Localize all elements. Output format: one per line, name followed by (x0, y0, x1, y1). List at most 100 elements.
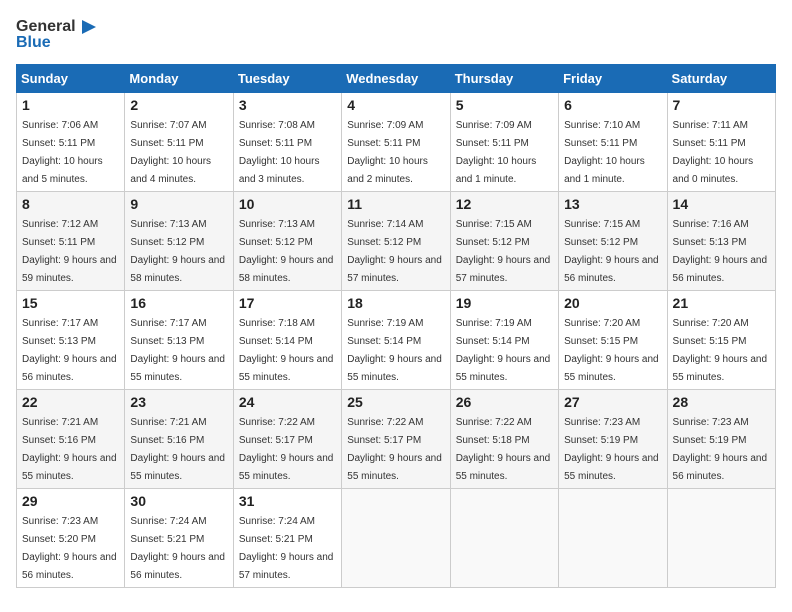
day-info: Sunrise: 7:22 AMSunset: 5:17 PMDaylight:… (347, 417, 442, 482)
calendar-cell: 27 Sunrise: 7:23 AMSunset: 5:19 PMDaylig… (559, 390, 667, 489)
calendar-cell: 5 Sunrise: 7:09 AMSunset: 5:11 PMDayligh… (450, 93, 558, 192)
day-number: 4 (347, 97, 444, 113)
day-info: Sunrise: 7:10 AMSunset: 5:11 PMDaylight:… (564, 120, 645, 185)
day-info: Sunrise: 7:22 AMSunset: 5:18 PMDaylight:… (456, 417, 551, 482)
day-info: Sunrise: 7:21 AMSunset: 5:16 PMDaylight:… (130, 417, 225, 482)
calendar-cell: 18 Sunrise: 7:19 AMSunset: 5:14 PMDaylig… (342, 291, 450, 390)
day-info: Sunrise: 7:24 AMSunset: 5:21 PMDaylight:… (239, 516, 334, 581)
day-number: 17 (239, 295, 336, 311)
day-number: 27 (564, 394, 661, 410)
day-info: Sunrise: 7:22 AMSunset: 5:17 PMDaylight:… (239, 417, 334, 482)
logo-triangle-icon (78, 16, 100, 38)
col-header-sunday: Sunday (17, 65, 125, 93)
col-header-friday: Friday (559, 65, 667, 93)
calendar-cell: 28 Sunrise: 7:23 AMSunset: 5:19 PMDaylig… (667, 390, 775, 489)
day-number: 16 (130, 295, 227, 311)
logo: General Blue (16, 16, 100, 52)
day-number: 24 (239, 394, 336, 410)
day-number: 25 (347, 394, 444, 410)
day-number: 10 (239, 196, 336, 212)
day-info: Sunrise: 7:11 AMSunset: 5:11 PMDaylight:… (673, 120, 754, 185)
day-info: Sunrise: 7:13 AMSunset: 5:12 PMDaylight:… (130, 219, 225, 284)
day-info: Sunrise: 7:09 AMSunset: 5:11 PMDaylight:… (456, 120, 537, 185)
day-info: Sunrise: 7:15 AMSunset: 5:12 PMDaylight:… (564, 219, 659, 284)
day-number: 11 (347, 196, 444, 212)
calendar-header-row: SundayMondayTuesdayWednesdayThursdayFrid… (17, 65, 776, 93)
day-info: Sunrise: 7:12 AMSunset: 5:11 PMDaylight:… (22, 219, 117, 284)
day-info: Sunrise: 7:21 AMSunset: 5:16 PMDaylight:… (22, 417, 117, 482)
calendar-cell: 24 Sunrise: 7:22 AMSunset: 5:17 PMDaylig… (233, 390, 341, 489)
day-number: 7 (673, 97, 770, 113)
col-header-thursday: Thursday (450, 65, 558, 93)
day-info: Sunrise: 7:09 AMSunset: 5:11 PMDaylight:… (347, 120, 428, 185)
day-number: 18 (347, 295, 444, 311)
calendar-cell: 26 Sunrise: 7:22 AMSunset: 5:18 PMDaylig… (450, 390, 558, 489)
calendar-cell: 30 Sunrise: 7:24 AMSunset: 5:21 PMDaylig… (125, 489, 233, 588)
day-number: 8 (22, 196, 119, 212)
calendar-cell: 22 Sunrise: 7:21 AMSunset: 5:16 PMDaylig… (17, 390, 125, 489)
col-header-tuesday: Tuesday (233, 65, 341, 93)
calendar-cell: 9 Sunrise: 7:13 AMSunset: 5:12 PMDayligh… (125, 192, 233, 291)
day-number: 19 (456, 295, 553, 311)
calendar-week-row: 8 Sunrise: 7:12 AMSunset: 5:11 PMDayligh… (17, 192, 776, 291)
day-number: 21 (673, 295, 770, 311)
calendar-cell (559, 489, 667, 588)
calendar-cell: 8 Sunrise: 7:12 AMSunset: 5:11 PMDayligh… (17, 192, 125, 291)
day-info: Sunrise: 7:14 AMSunset: 5:12 PMDaylight:… (347, 219, 442, 284)
calendar-cell: 6 Sunrise: 7:10 AMSunset: 5:11 PMDayligh… (559, 93, 667, 192)
calendar-cell: 21 Sunrise: 7:20 AMSunset: 5:15 PMDaylig… (667, 291, 775, 390)
calendar-cell: 23 Sunrise: 7:21 AMSunset: 5:16 PMDaylig… (125, 390, 233, 489)
calendar-cell: 29 Sunrise: 7:23 AMSunset: 5:20 PMDaylig… (17, 489, 125, 588)
calendar-cell: 15 Sunrise: 7:17 AMSunset: 5:13 PMDaylig… (17, 291, 125, 390)
day-info: Sunrise: 7:13 AMSunset: 5:12 PMDaylight:… (239, 219, 334, 284)
day-number: 12 (456, 196, 553, 212)
day-number: 13 (564, 196, 661, 212)
day-number: 5 (456, 97, 553, 113)
day-number: 22 (22, 394, 119, 410)
calendar-cell (667, 489, 775, 588)
calendar-cell: 16 Sunrise: 7:17 AMSunset: 5:13 PMDaylig… (125, 291, 233, 390)
calendar-cell: 19 Sunrise: 7:19 AMSunset: 5:14 PMDaylig… (450, 291, 558, 390)
logo-text-block: General Blue (16, 16, 100, 52)
day-info: Sunrise: 7:07 AMSunset: 5:11 PMDaylight:… (130, 120, 211, 185)
day-info: Sunrise: 7:23 AMSunset: 5:20 PMDaylight:… (22, 516, 117, 581)
calendar-cell: 13 Sunrise: 7:15 AMSunset: 5:12 PMDaylig… (559, 192, 667, 291)
calendar-cell (450, 489, 558, 588)
day-number: 15 (22, 295, 119, 311)
calendar-cell: 31 Sunrise: 7:24 AMSunset: 5:21 PMDaylig… (233, 489, 341, 588)
day-info: Sunrise: 7:16 AMSunset: 5:13 PMDaylight:… (673, 219, 768, 284)
calendar-cell: 3 Sunrise: 7:08 AMSunset: 5:11 PMDayligh… (233, 93, 341, 192)
calendar-cell: 10 Sunrise: 7:13 AMSunset: 5:12 PMDaylig… (233, 192, 341, 291)
page-header: General Blue (16, 16, 776, 52)
day-number: 28 (673, 394, 770, 410)
day-info: Sunrise: 7:19 AMSunset: 5:14 PMDaylight:… (456, 318, 551, 383)
day-number: 14 (673, 196, 770, 212)
day-info: Sunrise: 7:17 AMSunset: 5:13 PMDaylight:… (130, 318, 225, 383)
day-number: 29 (22, 493, 119, 509)
day-info: Sunrise: 7:06 AMSunset: 5:11 PMDaylight:… (22, 120, 103, 185)
col-header-wednesday: Wednesday (342, 65, 450, 93)
calendar-cell: 14 Sunrise: 7:16 AMSunset: 5:13 PMDaylig… (667, 192, 775, 291)
col-header-saturday: Saturday (667, 65, 775, 93)
calendar-week-row: 29 Sunrise: 7:23 AMSunset: 5:20 PMDaylig… (17, 489, 776, 588)
day-info: Sunrise: 7:24 AMSunset: 5:21 PMDaylight:… (130, 516, 225, 581)
col-header-monday: Monday (125, 65, 233, 93)
calendar-cell: 7 Sunrise: 7:11 AMSunset: 5:11 PMDayligh… (667, 93, 775, 192)
day-number: 1 (22, 97, 119, 113)
day-number: 6 (564, 97, 661, 113)
day-number: 2 (130, 97, 227, 113)
calendar-cell (342, 489, 450, 588)
day-info: Sunrise: 7:17 AMSunset: 5:13 PMDaylight:… (22, 318, 117, 383)
calendar-week-row: 1 Sunrise: 7:06 AMSunset: 5:11 PMDayligh… (17, 93, 776, 192)
calendar-table: SundayMondayTuesdayWednesdayThursdayFrid… (16, 64, 776, 588)
day-info: Sunrise: 7:23 AMSunset: 5:19 PMDaylight:… (564, 417, 659, 482)
calendar-cell: 2 Sunrise: 7:07 AMSunset: 5:11 PMDayligh… (125, 93, 233, 192)
day-info: Sunrise: 7:20 AMSunset: 5:15 PMDaylight:… (673, 318, 768, 383)
day-info: Sunrise: 7:18 AMSunset: 5:14 PMDaylight:… (239, 318, 334, 383)
day-info: Sunrise: 7:23 AMSunset: 5:19 PMDaylight:… (673, 417, 768, 482)
calendar-cell: 4 Sunrise: 7:09 AMSunset: 5:11 PMDayligh… (342, 93, 450, 192)
calendar-week-row: 22 Sunrise: 7:21 AMSunset: 5:16 PMDaylig… (17, 390, 776, 489)
calendar-week-row: 15 Sunrise: 7:17 AMSunset: 5:13 PMDaylig… (17, 291, 776, 390)
calendar-cell: 17 Sunrise: 7:18 AMSunset: 5:14 PMDaylig… (233, 291, 341, 390)
calendar-cell: 12 Sunrise: 7:15 AMSunset: 5:12 PMDaylig… (450, 192, 558, 291)
